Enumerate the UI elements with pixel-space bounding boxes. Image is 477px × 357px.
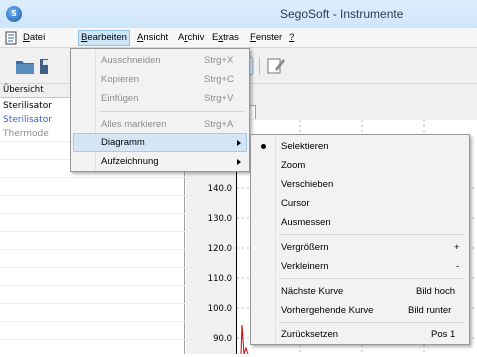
- menu-item-shortcut: Strg+V: [204, 93, 234, 104]
- save-icon[interactable]: [38, 55, 48, 77]
- y-tick-label: 90.0: [213, 334, 232, 344]
- menu-item-selektieren[interactable]: Selektieren: [253, 137, 467, 156]
- menu-item-shortcut: -: [456, 261, 460, 272]
- title-bar: S SegoSoft - Instrumente: [0, 0, 477, 28]
- menu-item-ausschneiden[interactable]: Ausschneiden Strg+X: [73, 51, 247, 70]
- row-divider: [0, 177, 185, 178]
- document-icon: [4, 31, 18, 45]
- row-divider: [0, 321, 185, 322]
- y-tick-label: 110.0: [207, 274, 232, 284]
- row-divider: [0, 231, 185, 232]
- menu-item-label: Selektieren: [281, 141, 329, 152]
- menu-item-label: Vergrößern: [281, 242, 329, 253]
- menu-archiv[interactable]: Archiv: [176, 30, 206, 46]
- row-divider: [0, 213, 185, 214]
- menu-datei[interactable]: Datei: [21, 30, 47, 46]
- row-divider: [0, 303, 185, 304]
- menu-item-label: Diagramm: [101, 137, 145, 148]
- menu-fenster-label: enster: [255, 32, 283, 43]
- row-divider: [0, 195, 185, 196]
- menu-separator: [99, 111, 245, 112]
- edit-menu: Ausschneiden Strg+X Kopieren Strg+C Einf…: [70, 48, 250, 172]
- menu-ansicht[interactable]: Ansicht: [135, 30, 170, 46]
- menu-item-shortcut: Strg+C: [204, 74, 234, 85]
- menu-extras[interactable]: Extras: [210, 30, 241, 46]
- menu-help[interactable]: ?: [287, 30, 296, 46]
- menu-item-verschieben[interactable]: Verschieben: [253, 175, 467, 194]
- menu-separator: [279, 278, 465, 279]
- row-divider: [0, 249, 185, 250]
- menu-item-label: Kopieren: [101, 74, 140, 85]
- menu-item-shortcut: +: [454, 242, 460, 253]
- y-tick-label: 130.0: [207, 214, 232, 224]
- menu-extras-label-b: tras: [223, 32, 239, 43]
- menu-item-shortcut: Strg+X: [204, 55, 234, 66]
- menu-item-label: Ausmessen: [281, 217, 331, 228]
- diagram-submenu: Selektieren Zoom Verschieben Cursor Ausm…: [250, 134, 470, 345]
- menu-item-vergroessern[interactable]: Vergrößern +: [253, 238, 467, 257]
- menu-datei-label: atei: [29, 32, 46, 43]
- menu-item-label: Zurücksetzen: [281, 329, 339, 340]
- menu-item-alles-markieren[interactable]: Alles markieren Strg+A: [73, 115, 247, 134]
- menu-item-vorhergehende-kurve[interactable]: Vorhergehende Kurve Bild runter: [253, 301, 467, 320]
- menu-item-naechste-kurve[interactable]: Nächste Kurve Bild hoch: [253, 282, 467, 301]
- sidebar-item-sterilisator-1[interactable]: Sterilisator: [3, 99, 52, 113]
- menu-separator: [279, 322, 465, 323]
- menu-item-shortcut: Bild runter: [408, 305, 452, 316]
- menu-item-kopieren[interactable]: Kopieren Strg+C: [73, 70, 247, 89]
- menu-item-shortcut: Strg+A: [204, 119, 234, 130]
- y-tick-label: 100.0: [207, 304, 232, 314]
- app-icon[interactable]: S: [6, 6, 22, 22]
- menu-bearbeiten[interactable]: Bearbeiten: [78, 30, 130, 46]
- y-tick-label: 120.0: [207, 244, 232, 254]
- menu-separator: [279, 234, 465, 235]
- menu-item-label: Ausschneiden: [101, 55, 161, 66]
- y-tick-label: 140.0: [207, 184, 232, 194]
- sidebar-item-thermode[interactable]: Thermode: [3, 127, 49, 141]
- window-title: SegoSoft - Instrumente: [280, 7, 404, 21]
- menu-item-shortcut: Pos 1: [431, 329, 456, 340]
- menu-ansicht-label: nsicht: [143, 32, 169, 43]
- menu-item-label: Cursor: [281, 198, 310, 209]
- menu-item-label: Einfügen: [101, 93, 139, 104]
- menu-item-label: Alles markieren: [101, 119, 167, 130]
- menu-item-label: Aufzeichnung: [101, 156, 159, 167]
- menu-item-einfuegen[interactable]: Einfügen Strg+V: [73, 89, 247, 108]
- menu-item-aufzeichnung[interactable]: Aufzeichnung: [73, 152, 247, 171]
- menu-help-label: ?: [289, 32, 295, 43]
- menu-fenster[interactable]: Fenster: [248, 30, 284, 46]
- open-folder-icon[interactable]: [14, 55, 36, 77]
- menu-bar: Datei Bearbeiten Ansicht Archiv Extras F…: [0, 28, 477, 48]
- menu-item-zoom[interactable]: Zoom: [253, 156, 467, 175]
- menu-item-label: Verkleinern: [281, 261, 329, 272]
- menu-archiv-label-b: chiv: [187, 32, 205, 43]
- menu-item-label: Zoom: [281, 160, 306, 171]
- row-divider: [0, 339, 185, 340]
- menu-item-shortcut: Bild hoch: [416, 286, 456, 297]
- menu-item-cursor[interactable]: Cursor: [253, 194, 467, 213]
- submenu-arrow-icon: [237, 159, 241, 165]
- menu-item-zuruecksetzen[interactable]: Zurücksetzen Pos 1: [253, 325, 467, 344]
- sidebar-item-sterilisator-2[interactable]: Sterilisator: [3, 113, 52, 127]
- edit-pen-icon[interactable]: [265, 55, 287, 77]
- menu-item-ausmessen[interactable]: Ausmessen: [253, 213, 467, 232]
- submenu-arrow-icon: [237, 140, 241, 146]
- menu-item-diagramm[interactable]: Diagramm: [73, 133, 247, 152]
- menu-bearbeiten-label: earbeiten: [87, 32, 127, 43]
- menu-item-label: Vorhergehende Kurve: [281, 305, 374, 316]
- menu-item-label: Verschieben: [281, 179, 334, 190]
- toolbar-separator: [259, 57, 260, 75]
- checked-bullet-icon: [261, 144, 266, 149]
- menu-item-label: Nächste Kurve: [281, 286, 344, 297]
- row-divider: [0, 267, 185, 268]
- row-divider: [0, 285, 185, 286]
- menu-datei-key: D: [23, 32, 30, 43]
- menu-item-verkleinern[interactable]: Verkleinern -: [253, 257, 467, 276]
